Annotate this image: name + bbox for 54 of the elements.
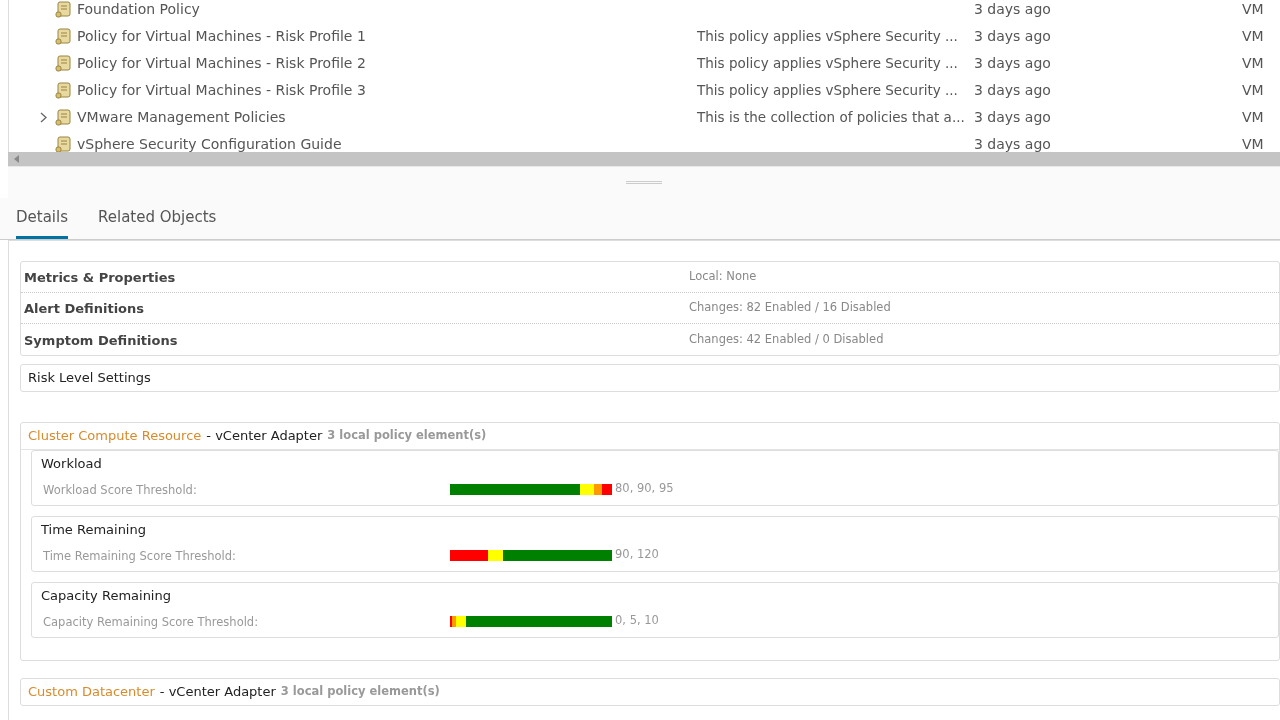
element-title: Workload <box>41 455 102 473</box>
threshold-bar[interactable] <box>450 615 612 627</box>
element-count: 3 local policy element(s) <box>327 427 487 445</box>
element-title: Capacity Remaining <box>41 587 171 605</box>
policy-description: This policy applies vSphere Security ... <box>697 55 958 71</box>
section-label[interactable]: Alert Definitions <box>24 301 145 316</box>
element-title: Time Remaining <box>41 521 146 539</box>
adapter-name: - vCenter Adapter <box>159 683 276 702</box>
splitter-handle[interactable] <box>626 181 662 184</box>
chevron-right-icon[interactable] <box>40 112 47 123</box>
policy-description: This is the collection of policies that a... <box>697 109 965 125</box>
policy-description: This policy applies vSphere Security ... <box>697 28 958 44</box>
threshold-label: Time Remaining Score Threshold: <box>43 549 236 563</box>
table-cell-text: VM <box>1242 135 1264 152</box>
policy-name[interactable]: Policy for Virtual Machines - Risk Profile 1 <box>77 26 697 47</box>
section-value: Changes: 42 Enabled / 0 Disabled <box>689 330 884 348</box>
tab[interactable]: Related Objects <box>98 197 217 239</box>
policy-scroll-icon <box>55 28 72 45</box>
threshold-label: Workload Score Threshold: <box>43 483 197 497</box>
modified-time: 3 days ago <box>974 109 1051 125</box>
table-cell-text: VM <box>1242 27 1264 46</box>
policy-scroll-icon <box>55 136 72 152</box>
table-cell-text: VM <box>1242 0 1264 19</box>
modified-time: 3 days ago <box>974 82 1051 98</box>
section-label[interactable]: Metrics & Properties <box>24 270 176 285</box>
adapter-name: - vCenter Adapter <box>206 427 323 446</box>
table-cell-text: VM <box>1242 81 1264 100</box>
policy-scroll-icon <box>55 82 72 99</box>
threshold-values: 90, 120 <box>615 546 659 564</box>
policy-scroll-icon <box>55 109 72 126</box>
section-title[interactable]: Risk Level Settings <box>28 368 151 388</box>
threshold-bar[interactable] <box>450 549 612 561</box>
modified-time: 3 days ago <box>974 136 1051 152</box>
table-cell-text: VM <box>1242 108 1264 127</box>
threshold-values: 80, 90, 95 <box>615 480 674 498</box>
policy-name[interactable]: Policy for Virtual Machines - Risk Profile 3 <box>77 80 697 101</box>
element-count: 3 local policy element(s) <box>280 683 440 701</box>
policy-scroll-icon <box>55 55 72 72</box>
modified-time: 3 days ago <box>974 1 1051 17</box>
threshold-label: Capacity Remaining Score Threshold: <box>43 615 259 629</box>
threshold-values: 0, 5, 10 <box>615 612 659 630</box>
table-cell-text: VM <box>1242 54 1264 73</box>
modified-time: 3 days ago <box>974 28 1051 44</box>
policy-name[interactable]: Policy for Virtual Machines - Risk Profile 2 <box>77 53 697 74</box>
policy-scroll-icon <box>55 1 72 18</box>
policy-description: This policy applies vSphere Security ... <box>697 82 958 98</box>
section-value: Changes: 82 Enabled / 16 Disabled <box>689 299 891 317</box>
section-value: Local: None <box>689 268 757 286</box>
threshold-bar[interactable] <box>450 483 612 495</box>
modified-time: 3 days ago <box>974 55 1051 71</box>
policy-name[interactable]: vSphere Security Configuration Guide <box>77 134 697 152</box>
policy-name[interactable]: VMware Management Policies <box>77 107 697 128</box>
section-label[interactable]: Symptom Definitions <box>24 332 178 348</box>
policy-name[interactable]: Foundation Policy <box>77 0 697 20</box>
